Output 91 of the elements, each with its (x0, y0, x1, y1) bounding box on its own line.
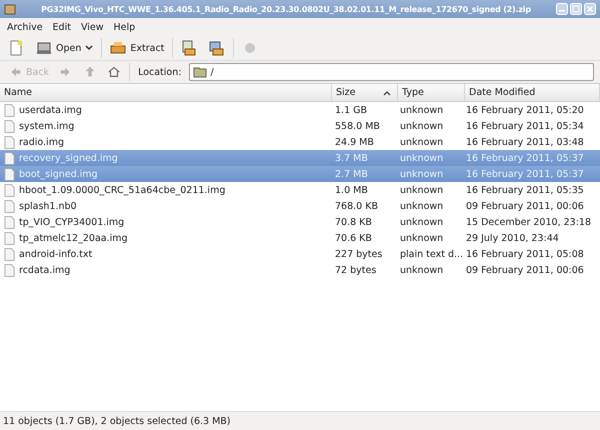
file-icon (4, 248, 15, 260)
file-name: system.img (19, 120, 74, 132)
file-row[interactable]: rcdata.img 72 bytes unknown 09 February 2011, 00:06 (0, 262, 600, 278)
type-cell-text: unknown (399, 152, 444, 164)
add-folder-icon (209, 40, 226, 56)
file-row[interactable]: tp_atmelc12_20aa.img 70.6 KB unknown 29 July 2010, 23:44 (0, 230, 600, 246)
file-row[interactable]: userdata.img 1.1 GB unknown 16 February 2011, 05:20 (0, 102, 600, 118)
file-name: radio.img (19, 136, 64, 148)
extract-button[interactable]: Extract (101, 38, 168, 58)
file-name: hboot_1.09.0000_CRC_51a64cbe_0211.img (19, 184, 226, 196)
size-cell-text: 70.6 KB (334, 232, 373, 244)
file-name: tp_VIO_CYP34001.img (19, 216, 124, 228)
date-cell-text: 16 February 2011, 05:35 (465, 184, 585, 196)
type-cell-text: unknown (399, 264, 444, 276)
type-cell-text: unknown (399, 216, 444, 228)
add-files-icon (181, 40, 198, 56)
menu-item[interactable]: Help (108, 22, 140, 32)
type-cell-text: unknown (399, 184, 444, 196)
size-cell-text: 24.9 MB (334, 136, 375, 148)
file-icon (4, 184, 15, 196)
status-bar: 11 objects (1.7 GB), 2 objects selected (6.3 MB) (0, 411, 600, 430)
file-row[interactable]: android-info.txt 227 bytes plain text d... 16 February 2011, 05:08 (0, 246, 600, 262)
date-cell-text: 16 February 2011, 05:08 (465, 248, 585, 260)
type-cell-text: unknown (399, 232, 444, 244)
date-cell-text: 16 February 2011, 05:37 (465, 168, 585, 180)
type-cell-text: unknown (399, 120, 444, 132)
date-cell-text: 15 December 2010, 23:18 (465, 216, 592, 228)
date-cell-text: 29 July 2010, 23:44 (465, 232, 560, 244)
size-cell-text: 227 bytes (334, 248, 384, 260)
file-icon (4, 168, 15, 180)
size-cell-text: 72 bytes (334, 264, 378, 276)
open-button[interactable]: Open (32, 38, 98, 58)
window-title: PG32IMG_Vivo_HTC_WWE_1.36.405.1_Radio_Radio_20.23.30.0802U_38.02.01.11_M_release_172670_signed (2).zip (40, 4, 532, 14)
column-header[interactable]: Name (0, 84, 332, 101)
close-icon[interactable] (584, 3, 596, 15)
date-cell-text: 16 February 2011, 05:20 (465, 104, 585, 116)
file-icon (4, 120, 15, 132)
file-icon (4, 264, 15, 276)
file-row[interactable]: system.img 558.0 MB unknown 16 February 2011, 05:34 (0, 118, 600, 134)
file-name: recovery_signed.img (19, 152, 118, 164)
size-cell-text: 2.7 MB (334, 168, 369, 180)
date-cell-text: 09 February 2011, 00:06 (465, 200, 585, 212)
type-cell-text: unknown (399, 136, 444, 148)
file-row[interactable]: hboot_1.09.0000_CRC_51a64cbe_0211.img 1.0 MB unknown 16 February 2011, 05:35 (0, 182, 600, 198)
maximize-icon[interactable] (570, 3, 582, 15)
size-cell-text: 1.1 GB (334, 104, 368, 116)
file-icon (4, 232, 15, 244)
column-header[interactable]: Type (398, 84, 465, 101)
type-cell-text: unknown (399, 168, 444, 180)
size-cell-text: 1.0 MB (334, 184, 369, 196)
file-row[interactable]: tp_VIO_CYP34001.img 70.8 KB unknown 15 December 2010, 23:18 (0, 214, 600, 230)
minimize-icon[interactable] (556, 3, 568, 15)
file-icon (4, 152, 15, 164)
caret-icon (85, 44, 94, 52)
column-header[interactable]: Date Modified (465, 84, 600, 101)
file-icon (4, 200, 15, 212)
archive-icon (4, 3, 16, 15)
folder-icon (193, 66, 208, 78)
file-name: tp_atmelc12_20aa.img (19, 232, 128, 244)
laptop-icon (36, 40, 52, 56)
size-cell-text: 3.7 MB (334, 152, 369, 164)
column-header[interactable]: Size (332, 84, 398, 101)
date-cell-text: 16 February 2011, 03:48 (465, 136, 585, 148)
date-cell-text: 16 February 2011, 05:34 (465, 120, 585, 132)
file-icon (4, 136, 15, 148)
file-name: boot_signed.img (19, 168, 98, 180)
box-icon (110, 40, 126, 56)
date-cell-text: 16 February 2011, 05:37 (465, 152, 585, 164)
size-cell-text: 70.8 KB (334, 216, 373, 228)
type-cell-text: plain text d... (399, 248, 462, 260)
size-cell-text: 558.0 MB (334, 120, 381, 132)
file-icon (4, 104, 15, 116)
menu-item[interactable]: View (76, 22, 108, 32)
file-name: rcdata.img (19, 264, 70, 276)
file-name: android-info.txt (19, 248, 92, 260)
sort-caret-icon (383, 90, 391, 96)
location-label: Location: (137, 66, 182, 78)
location-field[interactable]: / (189, 63, 594, 81)
file-row[interactable]: radio.img 24.9 MB unknown 16 February 2011, 03:48 (0, 134, 600, 150)
file-name: splash1.nb0 (19, 200, 77, 212)
file-name: userdata.img (19, 104, 82, 116)
menu-item[interactable]: Archive (2, 22, 48, 32)
menu-item[interactable]: Edit (48, 22, 76, 32)
new-document-icon (8, 40, 24, 56)
file-row[interactable]: splash1.nb0 768.0 KB unknown 09 February 2011, 00:06 (0, 198, 600, 214)
size-cell-text: 768.0 KB (334, 200, 379, 212)
type-cell-text: unknown (399, 104, 444, 116)
date-cell-text: 09 February 2011, 00:06 (465, 264, 585, 276)
home-icon (107, 65, 122, 79)
file-icon (4, 216, 15, 228)
type-cell-text: unknown (399, 200, 444, 212)
